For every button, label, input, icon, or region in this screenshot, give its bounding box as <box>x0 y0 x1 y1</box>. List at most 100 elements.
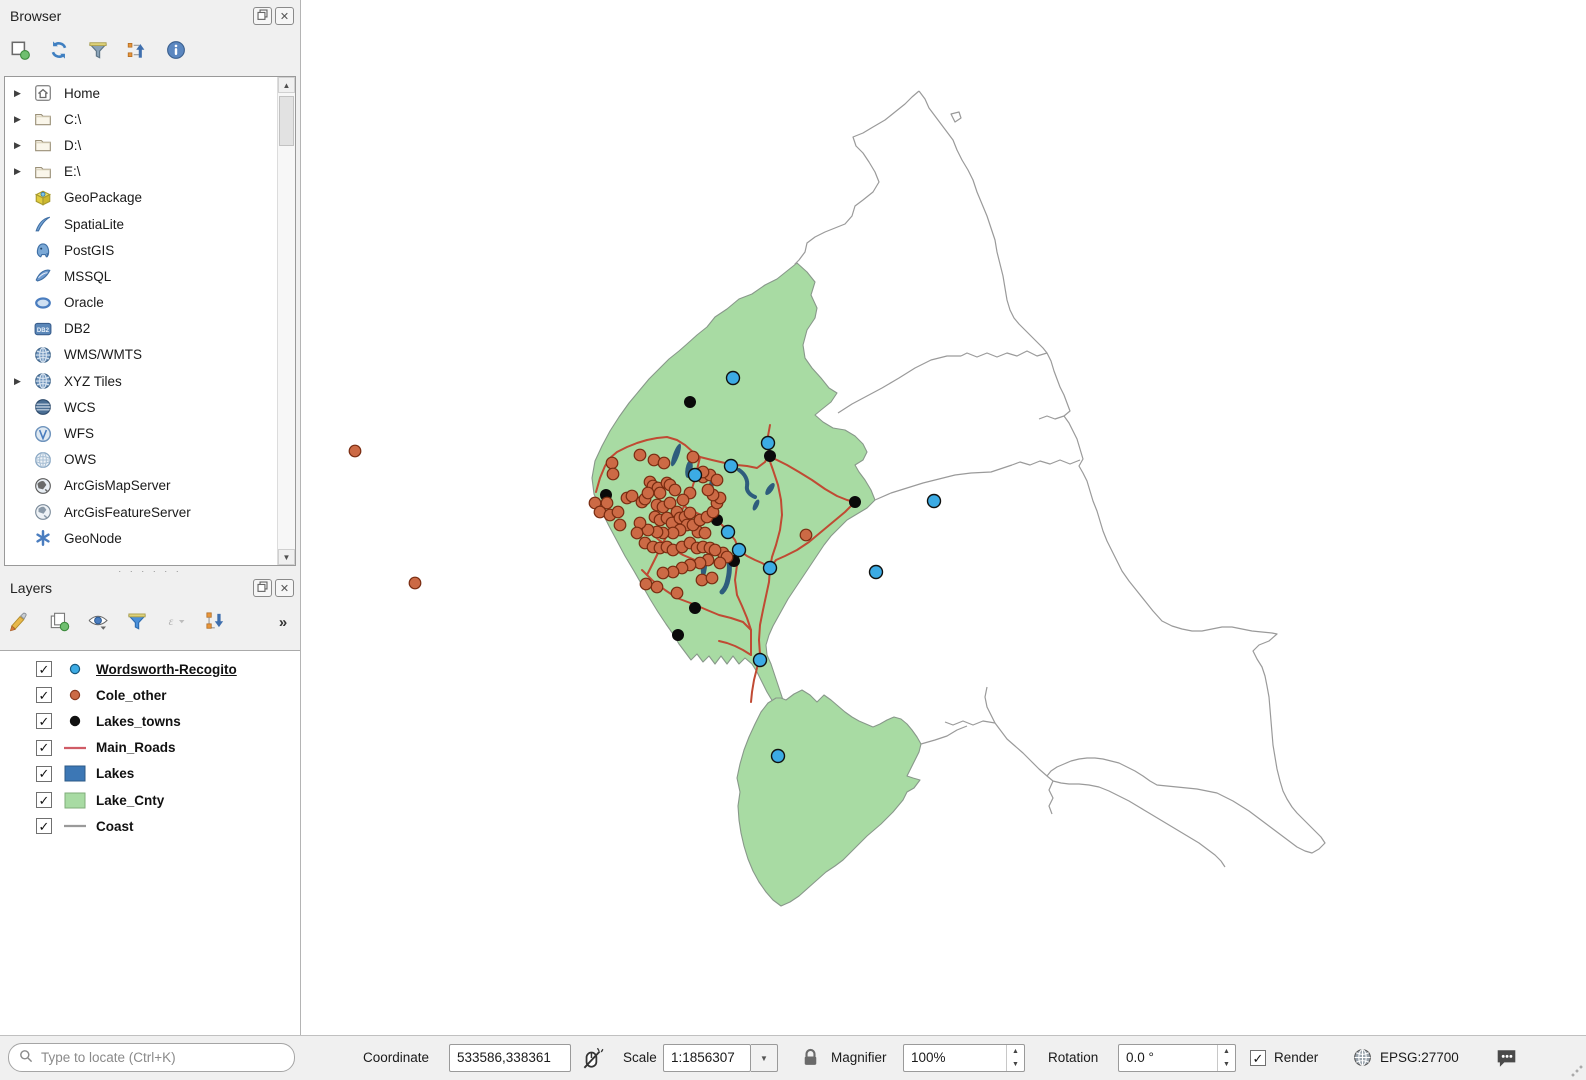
layer-label[interactable]: Lakes <box>96 766 134 781</box>
browser-close-button[interactable]: ✕ <box>275 7 294 25</box>
layer-marker-icon <box>60 743 90 753</box>
map-canvas[interactable] <box>301 0 1586 1035</box>
layer-label[interactable]: Wordsworth-Recogito <box>96 662 237 677</box>
scroll-down-icon[interactable]: ▼ <box>278 549 295 565</box>
crs-status[interactable]: EPSG:27700 <box>1380 1036 1459 1080</box>
browser-refresh-button[interactable] <box>45 39 73 65</box>
render-label: Render <box>1274 1036 1318 1080</box>
layer-checkbox[interactable]: ✓ <box>36 687 52 703</box>
browser-collapse-all-button[interactable] <box>123 39 151 65</box>
resize-grip[interactable] <box>1571 1065 1583 1077</box>
layers-list: ✓ Wordsworth-Recogito ✓ Cole_other ✓ Lakes_to… <box>0 650 300 1035</box>
lock-scale-icon[interactable] <box>800 1047 821 1068</box>
layer-label[interactable]: Coast <box>96 819 134 834</box>
browser-panel-title: Browser <box>10 8 61 24</box>
browser-float-button[interactable] <box>253 7 272 25</box>
layer-checkbox[interactable]: ✓ <box>36 713 52 729</box>
layer-checkbox[interactable]: ✓ <box>36 661 52 677</box>
layer-row-main-roads[interactable]: ✓ Main_Roads <box>0 735 300 761</box>
locator-input[interactable]: Type to locate (Ctrl+K) <box>8 1043 295 1072</box>
messages-icon[interactable] <box>1494 1047 1519 1069</box>
magnifier-value: 100% <box>911 1045 946 1071</box>
browser-toolbar <box>6 39 190 65</box>
layers-filter-legend-button[interactable] <box>123 610 151 636</box>
layer-label[interactable]: Lake_Cnty <box>96 793 164 808</box>
browser-item-d[interactable]: ▶D:\ <box>5 132 295 158</box>
browser-tree: ▶Home▶C:\▶D:\▶E:\ GeoPackage SpatiaLite Pos… <box>4 76 296 566</box>
browser-properties-button[interactable] <box>162 39 190 65</box>
spin-up-icon[interactable]: ▲ <box>1007 1045 1024 1058</box>
layer-marker-icon <box>60 714 90 728</box>
expand-arrow-icon[interactable]: ▶ <box>5 140 31 151</box>
layers-map-themes-button[interactable] <box>84 610 112 636</box>
render-checkbox[interactable]: ✓ <box>1250 1050 1266 1066</box>
layer-row-coast[interactable]: ✓ Coast <box>0 813 300 839</box>
layer-label[interactable]: Cole_other <box>96 688 167 703</box>
browser-item-mssql[interactable]: MSSQL <box>5 263 295 289</box>
db2-icon: DB2 <box>34 320 54 338</box>
browser-filter-browser-button[interactable] <box>84 39 112 65</box>
browser-item-wms-wmts[interactable]: WMS/WMTS <box>5 342 295 368</box>
browser-item-ows[interactable]: OWS <box>5 447 295 473</box>
browser-item-arcgismapserver[interactable]: ArcGisMapServer <box>5 473 295 499</box>
browser-item-label: SpatiaLite <box>64 217 124 232</box>
browser-item-c[interactable]: ▶C:\ <box>5 106 295 132</box>
layer-label[interactable]: Main_Roads <box>96 740 176 755</box>
browser-item-postgis[interactable]: PostGIS <box>5 237 295 263</box>
layers-toolbar-more-button[interactable]: » <box>272 614 294 631</box>
browser-item-home[interactable]: ▶Home <box>5 80 295 106</box>
rotation-spinbox[interactable]: 0.0 ° ▲▼ <box>1118 1044 1236 1072</box>
browser-item-label: GeoPackage <box>64 190 142 205</box>
magnifier-spinbox[interactable]: 100% ▲▼ <box>903 1044 1025 1072</box>
coordinate-input[interactable]: 533586,338361 <box>449 1044 571 1072</box>
browser-tree-scrollbar[interactable]: ▲ ▼ <box>277 77 295 565</box>
browser-item-db2[interactable]: DB2DB2 <box>5 316 295 342</box>
browser-item-geonode[interactable]: GeoNode <box>5 525 295 551</box>
browser-add-layer-button[interactable] <box>6 39 34 65</box>
mouse-extents-toggle-icon[interactable] <box>580 1046 604 1070</box>
browser-item-label: WFS <box>64 426 94 441</box>
layer-row-wordsworth-recogito[interactable]: ✓ Wordsworth-Recogito <box>0 656 300 682</box>
filter-expression-icon: ε <box>165 610 187 637</box>
browser-item-xyz-tiles[interactable]: ▶XYZ Tiles <box>5 368 295 394</box>
expand-arrow-icon[interactable]: ▶ <box>5 114 31 125</box>
expand-arrow-icon[interactable]: ▶ <box>5 166 31 177</box>
browser-item-spatialite[interactable]: SpatiaLite <box>5 211 295 237</box>
browser-item-wcs[interactable]: WCS <box>5 394 295 420</box>
expand-arrow-icon[interactable]: ▶ <box>5 376 31 387</box>
crs-globe-icon[interactable] <box>1352 1047 1373 1068</box>
layer-checkbox[interactable]: ✓ <box>36 818 52 834</box>
layers-styling-button[interactable] <box>6 610 34 636</box>
layers-close-button[interactable]: ✕ <box>275 579 294 597</box>
scroll-up-icon[interactable]: ▲ <box>278 77 295 93</box>
browser-item-label: OWS <box>64 452 96 467</box>
layer-row-cole-other[interactable]: ✓ Cole_other <box>0 682 300 708</box>
layers-float-button[interactable] <box>253 579 272 597</box>
layer-row-lake-cnty[interactable]: ✓ Lake_Cnty <box>0 787 300 813</box>
browser-item-e[interactable]: ▶E:\ <box>5 159 295 185</box>
browser-item-oracle[interactable]: Oracle <box>5 290 295 316</box>
spin-down-icon[interactable]: ▼ <box>1007 1058 1024 1071</box>
layer-checkbox[interactable]: ✓ <box>36 740 52 756</box>
layer-label[interactable]: Lakes_towns <box>96 714 181 729</box>
layer-row-lakes[interactable]: ✓ Lakes <box>0 761 300 787</box>
map-render <box>307 0 1586 1035</box>
browser-item-geopackage[interactable]: GeoPackage <box>5 185 295 211</box>
coordinate-label: Coordinate <box>363 1036 429 1080</box>
layers-collapse-layers-button[interactable] <box>201 610 229 636</box>
panel-splitter[interactable]: · · · · · · <box>0 566 300 578</box>
layers-add-group-button[interactable] <box>45 610 73 636</box>
scrollbar-thumb[interactable] <box>279 96 294 146</box>
locator-placeholder: Type to locate (Ctrl+K) <box>41 1050 176 1065</box>
expand-arrow-icon[interactable]: ▶ <box>5 88 31 99</box>
layer-row-lakes-towns[interactable]: ✓ Lakes_towns <box>0 708 300 734</box>
browser-item-arcgisfeatureserver[interactable]: ArcGisFeatureServer <box>5 499 295 525</box>
spin-down-icon[interactable]: ▼ <box>1218 1058 1235 1071</box>
spin-up-icon[interactable]: ▲ <box>1218 1045 1235 1058</box>
layers-filter-expression-button[interactable]: ε <box>162 610 190 636</box>
browser-item-wfs[interactable]: WFS <box>5 420 295 446</box>
layer-checkbox[interactable]: ✓ <box>36 766 52 782</box>
scale-dropdown-button[interactable]: ▼ <box>751 1044 778 1072</box>
layer-checkbox[interactable]: ✓ <box>36 792 52 808</box>
scale-combobox[interactable]: 1:1856307 <box>663 1044 751 1072</box>
